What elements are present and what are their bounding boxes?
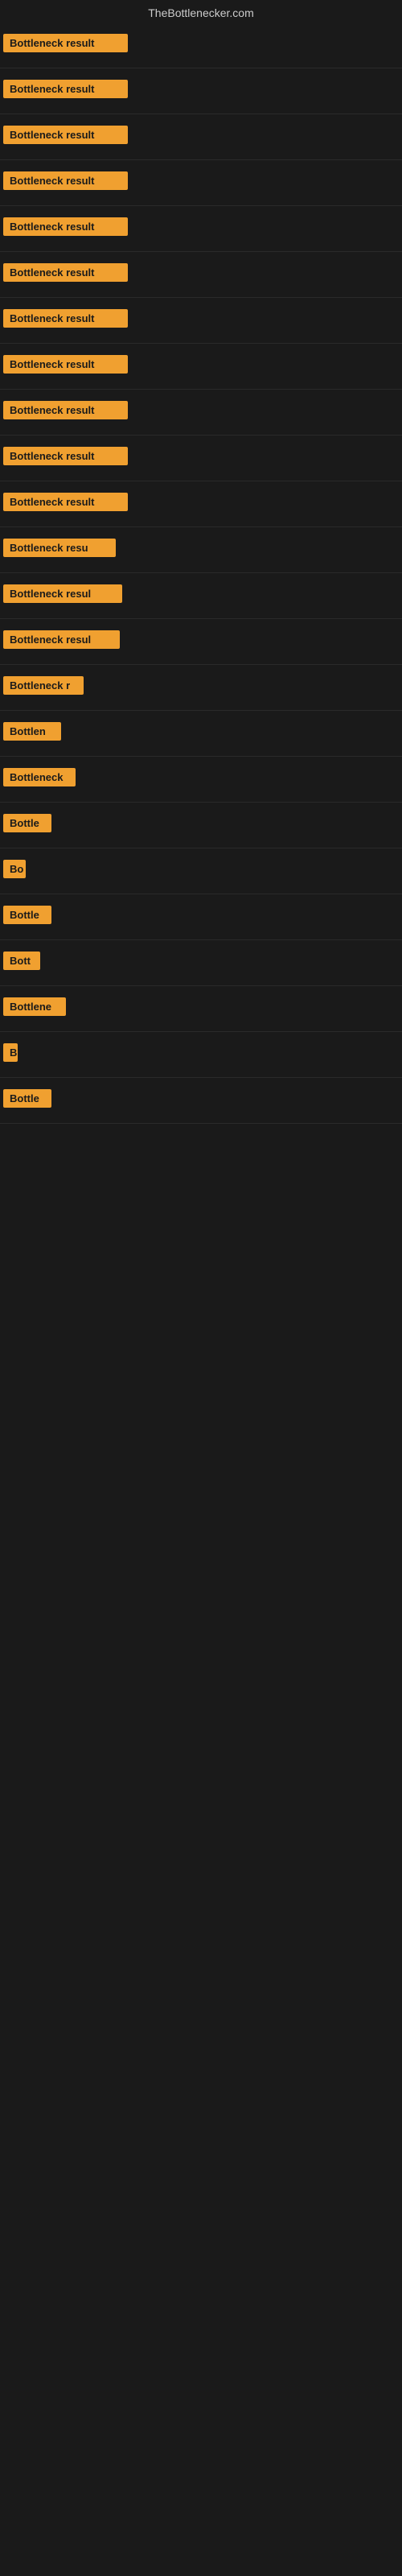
bottleneck-badge[interactable]: Bottlene bbox=[3, 997, 66, 1016]
result-row: Bottleneck result bbox=[0, 114, 402, 160]
result-row: Bottlen bbox=[0, 711, 402, 757]
result-row: Bottleneck bbox=[0, 757, 402, 803]
results-list: Bottleneck result Bottleneck result Bottle… bbox=[0, 23, 402, 1124]
result-row: Bo bbox=[0, 848, 402, 894]
bottleneck-badge[interactable]: Bottlen bbox=[3, 722, 61, 741]
bottleneck-badge[interactable]: Bottleneck r bbox=[3, 676, 84, 695]
result-row: Bottleneck resu bbox=[0, 527, 402, 573]
result-row: Bottleneck result bbox=[0, 23, 402, 68]
result-row: Bottleneck result bbox=[0, 344, 402, 390]
result-row: Bottleneck result bbox=[0, 160, 402, 206]
result-row: Bottleneck result bbox=[0, 436, 402, 481]
bottleneck-badge[interactable]: Bottleneck result bbox=[3, 447, 128, 465]
result-row: Bottleneck result bbox=[0, 68, 402, 114]
result-row: Bottle bbox=[0, 894, 402, 940]
result-row: Bottleneck result bbox=[0, 206, 402, 252]
bottleneck-badge[interactable]: Bottleneck resu bbox=[3, 539, 116, 557]
bottleneck-badge[interactable]: Bottle bbox=[3, 906, 51, 924]
result-row: Bottleneck result bbox=[0, 298, 402, 344]
bottleneck-badge[interactable]: Bottle bbox=[3, 814, 51, 832]
bottleneck-badge[interactable]: Bottleneck result bbox=[3, 355, 128, 374]
bottleneck-badge[interactable]: Bottleneck result bbox=[3, 263, 128, 282]
bottleneck-badge[interactable]: Bottleneck bbox=[3, 768, 76, 786]
result-row: B bbox=[0, 1032, 402, 1078]
result-row: Bottle bbox=[0, 803, 402, 848]
site-title: TheBottlenecker.com bbox=[0, 0, 402, 23]
bottleneck-badge[interactable]: Bottleneck result bbox=[3, 309, 128, 328]
result-row: Bottleneck result bbox=[0, 481, 402, 527]
result-row: Bottleneck resul bbox=[0, 573, 402, 619]
bottleneck-badge[interactable]: Bottleneck result bbox=[3, 80, 128, 98]
bottleneck-badge[interactable]: Bottleneck result bbox=[3, 401, 128, 419]
bottleneck-badge[interactable]: Bottleneck resul bbox=[3, 630, 120, 649]
empty-space bbox=[0, 1124, 402, 2251]
result-row: Bottlene bbox=[0, 986, 402, 1032]
result-row: Bottle bbox=[0, 1078, 402, 1124]
result-row: Bottleneck resul bbox=[0, 619, 402, 665]
bottleneck-badge[interactable]: Bottleneck result bbox=[3, 171, 128, 190]
result-row: Bottleneck result bbox=[0, 390, 402, 436]
bottleneck-badge[interactable]: Bottleneck resul bbox=[3, 584, 122, 603]
bottleneck-badge[interactable]: Bo bbox=[3, 860, 26, 878]
bottleneck-badge[interactable]: Bott bbox=[3, 952, 40, 970]
bottleneck-badge[interactable]: Bottleneck result bbox=[3, 493, 128, 511]
bottleneck-badge[interactable]: Bottle bbox=[3, 1089, 51, 1108]
site-title-container: TheBottlenecker.com bbox=[0, 0, 402, 23]
result-row: Bottleneck r bbox=[0, 665, 402, 711]
result-row: Bott bbox=[0, 940, 402, 986]
bottleneck-badge[interactable]: Bottleneck result bbox=[3, 217, 128, 236]
bottleneck-badge[interactable]: B bbox=[3, 1043, 18, 1062]
result-row: Bottleneck result bbox=[0, 252, 402, 298]
bottleneck-badge[interactable]: Bottleneck result bbox=[3, 126, 128, 144]
bottleneck-badge[interactable]: Bottleneck result bbox=[3, 34, 128, 52]
